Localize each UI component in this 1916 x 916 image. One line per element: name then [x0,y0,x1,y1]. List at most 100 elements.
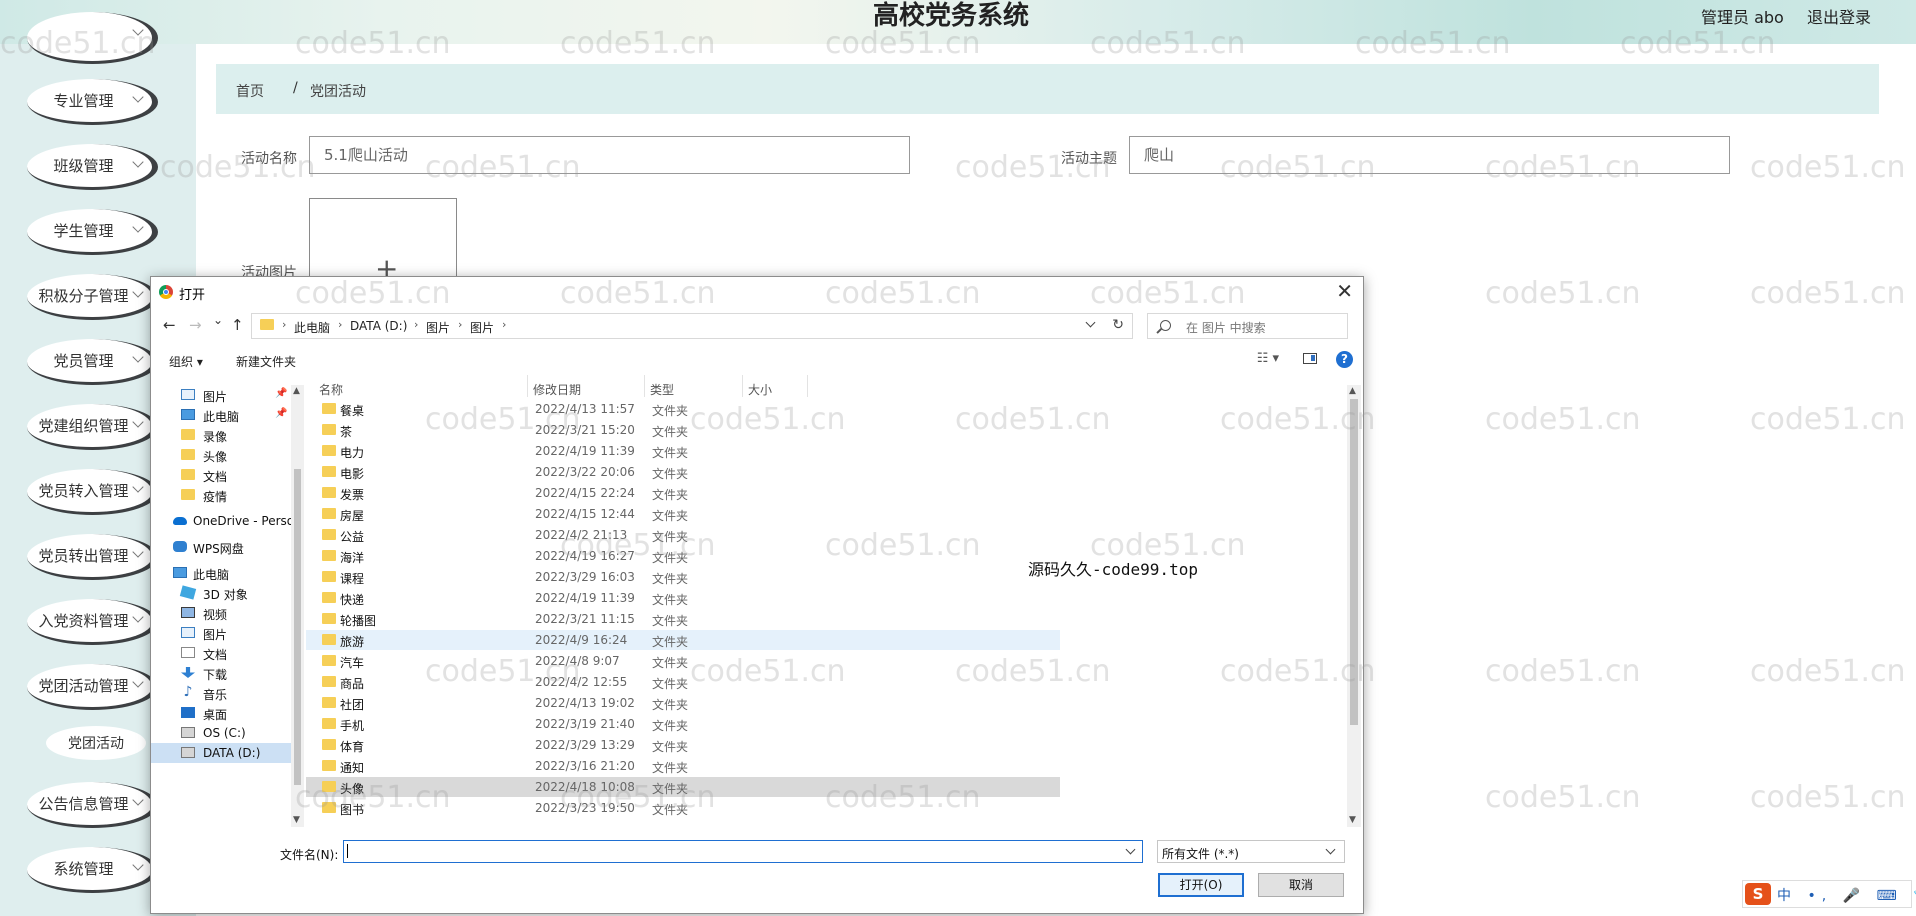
scroll-down-icon[interactable]: ▼ [293,815,300,825]
file-row[interactable]: 轮播图 2022/3/21 11:15 文件夹 [306,609,1060,629]
file-row[interactable]: 社团 2022/4/13 19:02 文件夹 [306,693,1060,713]
file-row[interactable]: 汽车 2022/4/8 9:07 文件夹 [306,651,1060,671]
activity-name-input[interactable]: 5.1爬山活动 [309,136,910,174]
organize-button[interactable]: 组织 ▾ [169,353,203,370]
sidebar-item-member[interactable]: 党员管理 [27,339,158,385]
nav-item-selected[interactable]: DATA (D:) [151,743,291,763]
refresh-icon[interactable]: ↻ [1112,317,1124,333]
file-row[interactable]: 发票 2022/4/15 22:24 文件夹 [306,483,1060,503]
forward-arrow-icon[interactable]: → [189,316,202,334]
nav-item[interactable]: 录像 [151,425,291,445]
file-row[interactable]: 公益 2022/4/2 21:13 文件夹 [306,525,1060,545]
sidebar-item-system[interactable]: 系统管理 [27,847,158,893]
sidebar-item-top-partial[interactable] [27,12,158,64]
cancel-button[interactable]: 取消 [1258,873,1344,897]
chevron-down-icon[interactable] [1085,317,1096,328]
sidebar-item-transfer-in[interactable]: 党员转入管理 [27,469,158,515]
column-divider[interactable] [644,375,645,397]
nav-item[interactable]: 图片 📌 [151,385,291,405]
sidebar-item-notice[interactable]: 公告信息管理 [27,782,158,828]
column-header-date[interactable]: 修改日期 [533,381,581,398]
file-row[interactable]: 茶 2022/3/21 15:20 文件夹 [306,420,1060,440]
sidebar-item-activities[interactable]: 党团活动管理 [27,664,158,710]
file-row[interactable]: 商品 2022/4/2 12:55 文件夹 [306,672,1060,692]
scroll-up-icon[interactable]: ▲ [1349,386,1356,396]
file-row[interactable]: 电力 2022/4/19 11:39 文件夹 [306,441,1060,461]
nav-item[interactable]: WPS网盘 [151,537,291,557]
nav-item[interactable]: 图片 [151,623,291,643]
file-row[interactable]: 图书 2022/3/23 19:50 文件夹 [306,798,1060,818]
scrollbar-thumb[interactable] [1350,399,1358,725]
nav-item[interactable]: 3D 对象 [151,583,291,603]
sogou-logo-icon[interactable]: S [1745,883,1771,905]
path-crumb[interactable]: DATA (D:) [350,319,407,333]
nav-item[interactable]: 文档 [151,643,291,663]
path-crumb[interactable]: 图片 [426,319,450,336]
scroll-up-icon[interactable]: ▲ [293,386,300,396]
sidebar-item-transfer-out[interactable]: 党员转出管理 [27,534,158,580]
sidebar-item-major[interactable]: 专业管理 [27,79,158,125]
file-row[interactable]: 房屋 2022/4/15 12:44 文件夹 [306,504,1060,524]
filename-input[interactable] [343,840,1143,863]
file-type: 文件夹 [652,488,689,502]
nav-item[interactable]: 下载 [151,663,291,683]
nav-item[interactable]: 文档 [151,465,291,485]
file-row[interactable]: 餐桌 2022/4/13 11:57 文件夹 [306,399,1060,419]
sidebar-item-materials[interactable]: 入党资料管理 [27,599,158,645]
dialog-titlebar[interactable]: 打开 ✕ [151,277,1363,307]
logout-link[interactable]: 退出登录 [1807,4,1871,28]
help-icon[interactable]: ? [1336,351,1353,368]
nav-item[interactable]: OS (C:) [151,723,291,743]
view-options-icon[interactable]: ☷ ▾ [1257,351,1279,366]
nav-pane-scrollbar[interactable]: ▲ ▼ [291,385,304,827]
column-header-size[interactable]: 大小 [748,381,772,398]
nav-item[interactable]: 此电脑 📌 [151,405,291,425]
sidebar-item-class[interactable]: 班级管理 [27,144,158,190]
column-header-name[interactable]: 名称 [319,381,343,398]
nav-item[interactable]: 头像 [151,445,291,465]
path-crumb[interactable]: 此电脑 [294,319,330,336]
search-input[interactable]: 在 图片 中搜索 [1147,313,1348,339]
up-arrow-icon[interactable]: ↑ [231,316,244,334]
sidebar-item-organization[interactable]: 党建组织管理 [27,404,158,450]
file-list-scrollbar[interactable]: ▲ ▼ [1347,385,1361,827]
file-row[interactable]: 快递 2022/4/19 11:39 文件夹 [306,588,1060,608]
file-row-selected[interactable]: 头像 2022/4/18 10:08 文件夹 [306,777,1060,797]
column-header-type[interactable]: 类型 [650,381,674,398]
nav-item[interactable]: OneDrive - Perso [151,511,291,531]
back-arrow-icon[interactable]: ← [163,316,176,334]
filetype-select[interactable]: 所有文件 (*.*) [1157,840,1345,863]
column-divider[interactable] [527,375,528,397]
file-row[interactable]: 课程 2022/3/29 16:03 文件夹 [306,567,1060,587]
scroll-down-icon[interactable]: ▼ [1349,815,1356,825]
address-box[interactable]: › 此电脑 › DATA (D:) › 图片 › 图片 › ↻ [251,313,1133,339]
nav-item[interactable]: 此电脑 [151,563,291,583]
chevron-down-icon[interactable] [1125,844,1136,855]
activity-theme-input[interactable]: 爬山 [1129,136,1730,174]
sidebar-item-student[interactable]: 学生管理 [27,209,158,255]
nav-item[interactable]: ♪ 音乐 [151,683,291,703]
file-row[interactable]: 通知 2022/3/16 21:20 文件夹 [306,756,1060,776]
file-row[interactable]: 海洋 2022/4/19 16:27 文件夹 [306,546,1060,566]
nav-item[interactable]: 疫情 [151,485,291,505]
nav-item[interactable]: 视频 [151,603,291,623]
ime-status-icons[interactable]: 中 •, 🎤 ⌨ 👕 ⊞ [1777,885,1916,905]
scrollbar-thumb[interactable] [294,469,301,785]
column-divider[interactable] [807,375,808,397]
file-row[interactable]: 电影 2022/3/22 20:06 文件夹 [306,462,1060,482]
recent-locations-icon[interactable]: ⌄ [213,313,223,327]
file-row-hovered[interactable]: 旅游 2022/4/9 16:24 文件夹 [306,630,1060,650]
close-icon[interactable]: ✕ [1336,279,1353,303]
preview-pane-icon[interactable] [1303,353,1317,364]
column-divider[interactable] [742,375,743,397]
sidebar-item-activist[interactable]: 积极分子管理 [27,274,158,320]
breadcrumb-home[interactable]: 首页 [236,81,264,101]
path-crumb[interactable]: 图片 [470,319,494,336]
ime-toolbar[interactable]: S 中 •, 🎤 ⌨ 👕 ⊞ [1742,880,1916,908]
sidebar-subitem-activity[interactable]: 党团活动 [46,726,146,760]
open-button[interactable]: 打开(O) [1158,873,1244,897]
new-folder-button[interactable]: 新建文件夹 [236,353,296,370]
file-row[interactable]: 手机 2022/3/19 21:40 文件夹 [306,714,1060,734]
nav-item[interactable]: 桌面 [151,703,291,723]
file-row[interactable]: 体育 2022/3/29 13:29 文件夹 [306,735,1060,755]
